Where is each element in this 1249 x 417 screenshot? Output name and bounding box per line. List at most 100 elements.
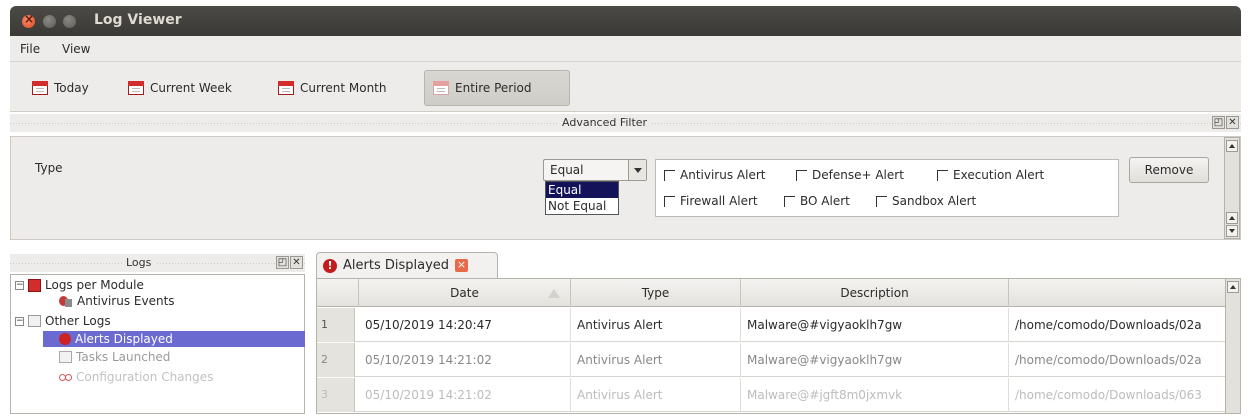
tree-item-tasks-launched[interactable]: Tasks Launched (59, 349, 170, 365)
firewall-alert-checkbox[interactable]: Firewall Alert (664, 194, 758, 208)
table-scrollbar[interactable] (1225, 278, 1241, 414)
table-row[interactable]: 1 05/10/2019 14:20:47 Antivirus Alert Ma… (317, 308, 1226, 342)
close-window-button[interactable] (22, 12, 35, 28)
minimize-window-button[interactable] (43, 15, 56, 28)
cell-date: 05/10/2019 14:20:47 (359, 308, 571, 342)
bo-alert-checkbox[interactable]: BO Alert (784, 194, 850, 208)
float-dock-icon[interactable]: ◰ (276, 256, 289, 269)
row-number: 1 (317, 308, 355, 342)
close-tab-icon[interactable]: × (455, 259, 469, 272)
checkbox-icon[interactable] (664, 195, 675, 207)
operator-dropdown-list: Equal Not Equal (545, 181, 619, 215)
antivirus-alert-label: Antivirus Alert (680, 168, 766, 182)
filter-scrollbar[interactable] (1224, 137, 1240, 239)
column-date-label: Date (450, 286, 479, 300)
current-week-button[interactable]: Current Week (120, 70, 240, 106)
window-titlebar: Log Viewer (10, 6, 1241, 36)
alert-icon (59, 333, 71, 345)
tree-label: Antivirus Events (77, 294, 175, 308)
cell-description: Malware@#jgft8m0jxmvk (741, 378, 1009, 412)
tree-label: Tasks Launched (76, 350, 171, 364)
current-month-button[interactable]: Current Month (270, 70, 395, 106)
operator-select[interactable]: Equal (543, 159, 647, 181)
column-description[interactable]: Description (741, 279, 1009, 307)
column-path[interactable] (1009, 279, 1226, 307)
antivirus-icon (59, 295, 73, 308)
logs-dock-title: Logs ◰ ✕ (10, 254, 305, 272)
firewall-alert-label: Firewall Alert (680, 194, 758, 208)
collapse-icon[interactable]: − (15, 316, 24, 326)
column-date[interactable]: Date (359, 279, 571, 307)
cell-type: Antivirus Alert (571, 378, 741, 412)
defense-alert-checkbox[interactable]: Defense+ Alert (796, 168, 904, 182)
checkbox-icon[interactable] (876, 195, 887, 207)
float-dock-icon[interactable]: ◰ (1212, 116, 1225, 129)
checkbox-icon[interactable] (664, 169, 675, 181)
tree-item-antivirus-events[interactable]: Antivirus Events (59, 293, 175, 309)
sandbox-alert-label: Sandbox Alert (892, 194, 977, 208)
tree-item-configuration-changes[interactable]: Configuration Changes (59, 369, 213, 385)
row-number: 2 (317, 343, 355, 377)
entire-period-button[interactable]: Entire Period (424, 70, 570, 106)
chevron-down-icon[interactable] (628, 160, 646, 180)
tree-item-alerts-displayed[interactable]: Alerts Displayed (43, 331, 305, 347)
dock-controls: ◰ ✕ (1212, 116, 1239, 129)
tree-label: Configuration Changes (76, 370, 214, 384)
tree-label: Logs per Module (45, 278, 144, 292)
menu-file[interactable]: File (20, 42, 40, 56)
log-folder-icon (28, 315, 41, 327)
period-toolbar: Today Current Week Current Month Entire … (10, 62, 1241, 112)
cell-date: 05/10/2019 14:21:02 (359, 378, 571, 412)
scroll-up-icon[interactable] (1226, 212, 1238, 224)
calendar-icon (278, 81, 294, 95)
current-week-label: Current Week (150, 81, 232, 95)
antivirus-alert-checkbox[interactable]: Antivirus Alert (664, 168, 765, 182)
close-dock-icon[interactable]: ✕ (290, 256, 303, 269)
defense-alert-label: Defense+ Alert (812, 168, 904, 182)
table-row[interactable]: 2 05/10/2019 14:21:02 Antivirus Alert Ma… (317, 343, 1226, 377)
cell-date: 05/10/2019 14:21:02 (359, 343, 571, 377)
checkbox-icon[interactable] (796, 169, 807, 181)
cell-description: Malware@#vigyaoklh7gw (741, 343, 1009, 377)
tree-label: Other Logs (45, 314, 111, 328)
checkbox-icon[interactable] (937, 169, 948, 181)
close-dock-icon[interactable]: ✕ (1226, 116, 1239, 129)
maximize-window-button[interactable] (63, 15, 76, 28)
bo-alert-label: BO Alert (800, 194, 850, 208)
task-icon (59, 351, 72, 363)
calendar-icon (32, 81, 48, 95)
sandbox-alert-checkbox[interactable]: Sandbox Alert (876, 194, 976, 208)
calendar-icon (128, 81, 144, 95)
execution-alert-label: Execution Alert (953, 168, 1045, 182)
scroll-up-icon[interactable] (1226, 140, 1238, 152)
logs-title: Logs (122, 256, 156, 269)
row-number: 3 (317, 378, 355, 412)
column-type[interactable]: Type (571, 279, 741, 307)
tree-item-logs-per-module[interactable]: − Logs per Module (15, 277, 144, 293)
execution-alert-checkbox[interactable]: Execution Alert (937, 168, 1044, 182)
menu-view[interactable]: View (62, 42, 90, 56)
tree-label: Alerts Displayed (75, 332, 173, 346)
tab-alerts-displayed[interactable]: ! Alerts Displayed × (316, 252, 498, 278)
cell-type: Antivirus Alert (571, 308, 741, 342)
row-number-header (317, 279, 359, 307)
cell-description: Malware@#vigyaoklh7gw (741, 308, 1009, 342)
checkbox-icon[interactable] (784, 195, 795, 207)
tab-label: Alerts Displayed (343, 258, 450, 273)
module-log-icon (28, 278, 41, 292)
scroll-down-icon[interactable] (1226, 225, 1238, 237)
operator-option-not-equal[interactable]: Not Equal (546, 198, 618, 214)
current-month-label: Current Month (300, 81, 387, 95)
table-row[interactable]: 3 05/10/2019 14:21:02 Antivirus Alert Ma… (317, 378, 1226, 412)
dock-controls: ◰ ✕ (276, 256, 303, 269)
alert-type-checkboxes: Antivirus Alert Defense+ Alert Execution… (655, 159, 1119, 217)
advanced-filter-title: Advanced Filter (558, 116, 652, 129)
cell-type: Antivirus Alert (571, 343, 741, 377)
remove-button[interactable]: Remove (1129, 157, 1209, 183)
operator-value: Equal (550, 163, 584, 177)
today-button[interactable]: Today (24, 70, 97, 106)
collapse-icon[interactable]: − (15, 280, 24, 290)
operator-option-equal[interactable]: Equal (546, 182, 618, 198)
tree-item-other-logs[interactable]: − Other Logs (15, 313, 111, 329)
scroll-up-icon[interactable] (1227, 281, 1239, 293)
